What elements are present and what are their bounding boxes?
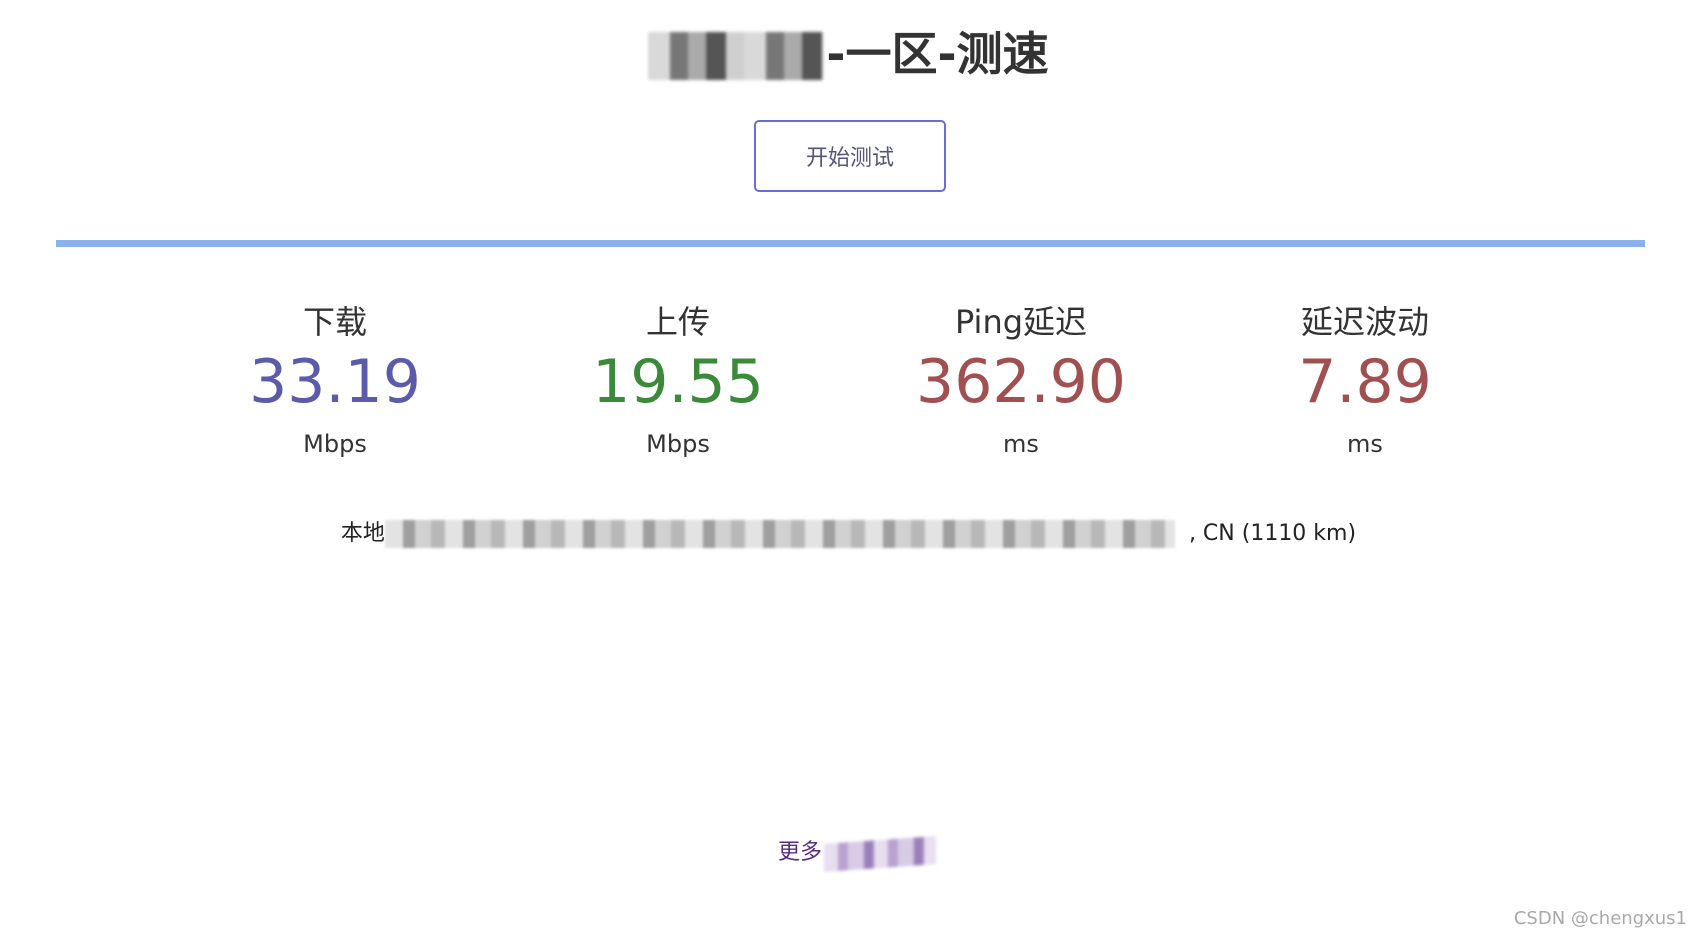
metric-unit-upload: Mbps [646, 430, 710, 458]
metric-label-ping: Ping延迟 [954, 303, 1088, 341]
metric-value-upload: 19.55 [592, 347, 764, 417]
metric-upload: 上传 19.55 Mbps [528, 300, 828, 460]
watermark: CSDN @chengxus1 [1513, 908, 1687, 929]
metric-unit-jitter: ms [1347, 430, 1383, 458]
progress-bar-fill [56, 240, 1645, 247]
metric-download: 下载 33.19 Mbps [185, 300, 485, 460]
progress-bar [56, 240, 1645, 247]
metric-unit-download: Mbps [303, 430, 367, 458]
metric-value-ping: 362.90 [916, 347, 1126, 417]
metric-unit-ping: ms [1003, 430, 1039, 458]
metric-value-jitter: 7.89 [1298, 347, 1432, 417]
metric-label-jitter: 延迟波动 [1300, 303, 1429, 341]
redacted-server-details [384, 520, 1175, 548]
start-test-button[interactable]: 开始测试 [754, 120, 946, 192]
server-info: 本地 , CN (1110 km) [0, 518, 1697, 550]
redacted-title-part [648, 32, 824, 80]
metric-label-upload: 上传 [645, 303, 710, 341]
metric-ping: Ping延迟 362.90 ms [871, 300, 1171, 460]
server-info-prefix: 本地 [340, 521, 385, 546]
server-info-suffix: , CN (1110 km) [1188, 521, 1357, 546]
metric-label-download: 下载 [302, 303, 367, 341]
more-sources-link[interactable]: 更多 [778, 838, 822, 868]
more-sources-link-area[interactable]: 更多 [772, 832, 936, 872]
server-info-line: 本地 , CN (1110 km) [341, 518, 1356, 550]
metrics-panel: 下载 33.19 Mbps 上传 19.55 Mbps Ping延迟 362.9… [0, 300, 1697, 470]
redacted-link-text [824, 836, 936, 872]
page-title: -一区-测速 [648, 24, 1049, 84]
title-area: -一区-测速 [0, 24, 1697, 84]
metric-value-download: 33.19 [249, 347, 421, 417]
metric-jitter: 延迟波动 7.89 ms [1215, 300, 1515, 460]
